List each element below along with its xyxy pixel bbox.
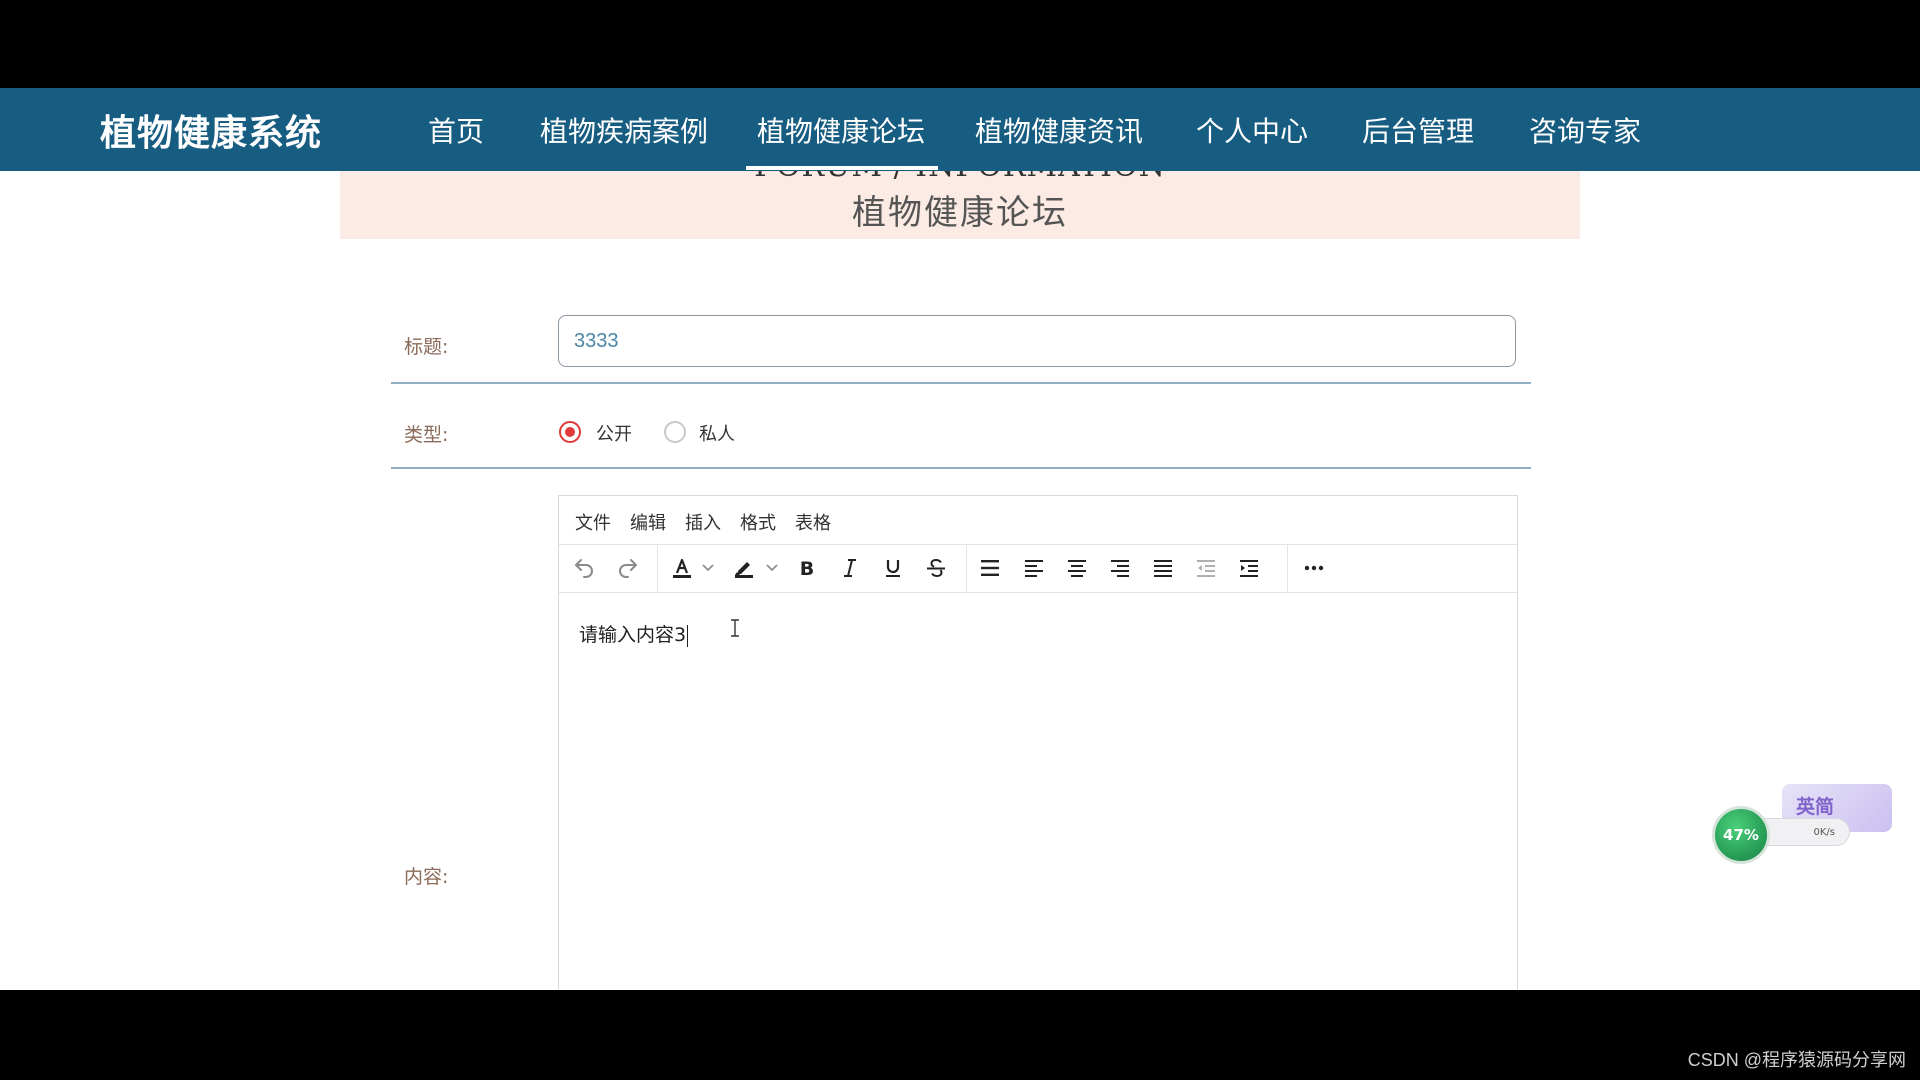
memory-usage-percent: 47% [1723,826,1759,844]
top-navbar: 植物健康系统 首页 植物疾病案例 植物健康论坛 植物健康资讯 个人中心 后台管理… [0,88,1920,171]
nav-item-disease-cases[interactable]: 植物疾病案例 [540,110,708,150]
browser-viewport: 植物健康系统 首页 植物疾病案例 植物健康论坛 植物健康资讯 个人中心 后台管理… [0,88,1920,990]
toolbar-separator [1287,544,1288,592]
rich-text-editor: 文件 编辑 插入 格式 表格 B 请输入内容3 [558,495,1518,990]
radio-private[interactable] [664,421,686,443]
text-cursor-icon [730,619,740,637]
bold-icon[interactable]: B [792,553,822,583]
menu-format[interactable]: 格式 [740,509,776,535]
text-caret [687,624,689,647]
undo-icon[interactable] [569,553,599,583]
svg-text:B: B [800,558,814,580]
menu-edit[interactable]: 编辑 [630,509,666,535]
memory-usage-badge[interactable]: 47% [1712,806,1770,864]
network-speed: 0K/s [1813,827,1836,838]
text-color-icon[interactable] [667,553,697,583]
align-justify-icon[interactable] [1148,553,1178,583]
title-label: 标题: [404,336,449,358]
editor-content-text: 请输入内容3 [579,624,687,646]
radio-public-label[interactable]: 公开 [596,420,632,446]
align-center-icon[interactable] [1062,553,1092,583]
nav-item-home[interactable]: 首页 [428,110,484,150]
nav-item-admin[interactable]: 后台管理 [1362,110,1474,150]
more-icon[interactable] [1299,553,1329,583]
chevron-down-icon[interactable] [765,559,779,577]
menu-insert[interactable]: 插入 [685,509,721,535]
nav-item-news[interactable]: 植物健康资讯 [975,110,1143,150]
line-height-icon[interactable] [975,553,1005,583]
editor-menubar: 文件 编辑 插入 格式 表格 [559,496,1517,545]
type-label: 类型: [404,424,449,446]
nav-active-indicator [746,166,938,170]
ime-mode-label: 英简 [1796,796,1835,818]
content-label: 内容: [404,866,449,888]
toolbar-separator [657,544,658,592]
align-right-icon[interactable] [1105,553,1135,583]
radio-private-label[interactable]: 私人 [699,420,735,446]
editor-toolbar: B [559,544,1517,593]
form-divider [391,382,1531,384]
align-left-icon[interactable] [1019,553,1049,583]
strikethrough-icon[interactable] [921,553,951,583]
nav-item-profile[interactable]: 个人中心 [1196,110,1308,150]
form-divider [391,467,1531,469]
title-input[interactable] [558,315,1516,367]
editor-content[interactable]: 请输入内容3 [579,620,689,647]
nav-item-forum[interactable]: 植物健康论坛 [757,110,925,150]
brand-title: 植物健康系统 [100,113,323,154]
page-title: 植物健康论坛 [852,193,1068,233]
indent-icon[interactable] [1234,553,1264,583]
outdent-icon[interactable] [1191,553,1221,583]
underline-icon[interactable] [878,553,908,583]
redo-icon[interactable] [613,553,643,583]
menu-table[interactable]: 表格 [795,509,831,535]
chevron-down-icon[interactable] [701,559,715,577]
system-monitor-widget[interactable]: 英简 0K/s 47% [1712,778,1902,864]
italic-icon[interactable] [835,553,865,583]
page-banner: FORUM / INFORMATION 植物健康论坛 [340,171,1580,239]
watermark: CSDN @程序猿源码分享网 [1687,1050,1906,1070]
highlight-color-icon[interactable] [729,553,759,583]
menu-file[interactable]: 文件 [575,509,611,535]
toolbar-separator [966,544,967,592]
banner-english-title: FORUM / INFORMATION [340,171,1580,184]
nav-item-consult-expert[interactable]: 咨询专家 [1529,110,1641,150]
radio-public[interactable] [559,421,581,443]
